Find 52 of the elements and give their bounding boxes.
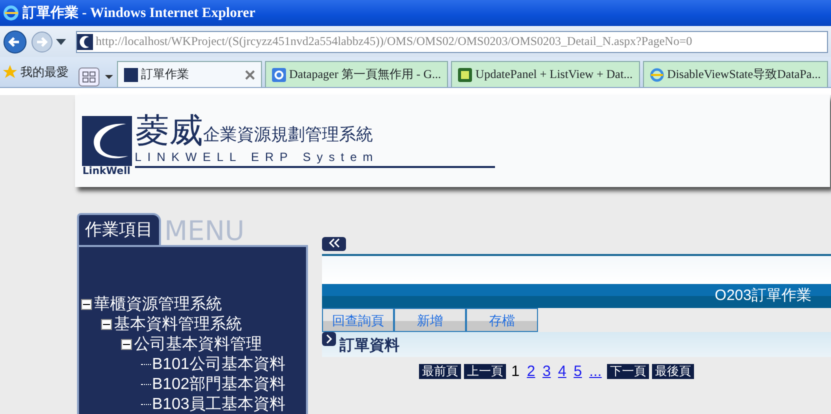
page-link[interactable]: 5 xyxy=(572,360,584,383)
next-page-button[interactable]: 下一頁 xyxy=(606,364,649,380)
double-chevron-icon xyxy=(327,238,341,248)
tree-toggle-icon[interactable] xyxy=(101,319,112,330)
star-icon[interactable] xyxy=(3,65,18,79)
browser-logo-icon xyxy=(3,5,20,21)
tree-item[interactable]: B102部門基本資料 xyxy=(152,374,286,394)
tab-favicon-icon xyxy=(650,68,664,82)
menu-tab[interactable]: 作業項目 xyxy=(77,213,161,244)
quick-tabs-icon[interactable] xyxy=(78,67,100,87)
english-subtitle: LINKWELL ERP System xyxy=(134,148,495,168)
tree-item[interactable]: 華櫃資源管理系統 xyxy=(94,294,222,314)
prev-page-button[interactable]: 上一頁 xyxy=(464,364,506,380)
chevron-icon xyxy=(322,332,336,346)
browser-tab[interactable]: Datapager 第一頁無作用 - G... xyxy=(264,61,448,87)
system-subtitle: 企業資源規劃管理系統 xyxy=(202,124,373,146)
toolbar-button[interactable]: 回查詢頁 xyxy=(322,308,394,332)
browser-tab[interactable]: UpdatePanel + ListView + Dat... xyxy=(451,61,640,87)
tab-favicon-icon xyxy=(272,68,286,82)
tree-toggle-icon[interactable] xyxy=(81,299,92,310)
window-title: 訂單作業 - Windows Internet Explorer xyxy=(22,4,256,22)
last-page-button[interactable]: 最後頁 xyxy=(652,364,694,380)
close-icon[interactable] xyxy=(244,70,255,80)
browser-tab[interactable]: 訂單作業 xyxy=(116,61,262,87)
logo-text: LinkWell xyxy=(82,166,130,178)
tree-item[interactable]: 公司基本資料管理 xyxy=(134,334,262,354)
first-page-button[interactable]: 最前頁 xyxy=(418,364,461,380)
page-link[interactable]: ... xyxy=(587,360,604,383)
tab-favicon-icon xyxy=(124,68,138,82)
toolbar-button[interactable]: 新增 xyxy=(394,308,466,332)
back-icon[interactable] xyxy=(3,30,28,54)
page-link[interactable]: 2 xyxy=(524,360,538,383)
collapse-button[interactable] xyxy=(322,237,346,251)
section-title: 訂單資料 xyxy=(339,336,400,356)
menu-watermark: MENU xyxy=(164,218,245,244)
toolbar-button[interactable]: 存檔 xyxy=(466,308,538,332)
browser-tab[interactable]: DisableViewState导致DataPa... xyxy=(642,61,828,87)
favorites-link[interactable]: 我的最愛 xyxy=(20,64,68,80)
page-link[interactable]: 1 xyxy=(509,360,522,383)
page-title: O203訂單作業 xyxy=(714,286,812,306)
tree-toggle-icon[interactable] xyxy=(121,339,132,350)
site-logo-icon xyxy=(76,34,92,50)
company-logo-icon xyxy=(82,116,132,166)
brand-name: 菱威 xyxy=(134,114,203,148)
page-link[interactable]: 4 xyxy=(556,360,568,383)
dropdown-caret-icon[interactable] xyxy=(56,38,66,44)
tree-item[interactable]: B101公司基本資料 xyxy=(152,354,286,374)
tree-item[interactable]: 基本資料管理系統 xyxy=(114,314,242,334)
address-field[interactable]: http://localhost/WKProject/(S(jrcyzz451nvd2a554labbz45))/OMS/OMS02/OMS0203/OMS0203_Detail_N.aspx?PageNo=0 xyxy=(76,30,828,52)
page-link[interactable]: 3 xyxy=(540,360,553,383)
tree-item[interactable]: B103員工基本資料 xyxy=(152,394,286,414)
tab-favicon-icon xyxy=(458,68,472,82)
